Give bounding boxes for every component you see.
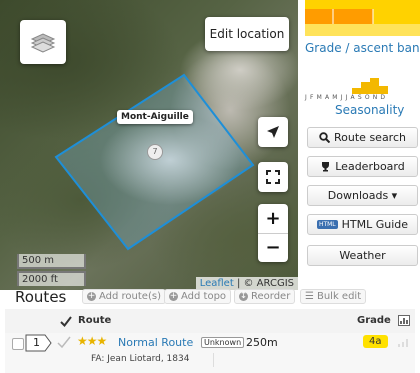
trophy-icon [322, 162, 330, 172]
layers-icon [30, 33, 56, 53]
seasonality-link[interactable]: Seasonality [335, 103, 404, 117]
add-topo-label: Add topo [181, 291, 227, 302]
crag-marker[interactable]: 7 [147, 144, 163, 160]
grade-band-link[interactable]: Grade / ascent band [305, 41, 420, 55]
locate-button[interactable] [258, 117, 288, 147]
zoom-in-button[interactable]: + [258, 205, 288, 234]
edit-location-button[interactable]: Edit location [205, 17, 289, 51]
attribution-text: © ARCGIS [243, 278, 295, 289]
leaderboard-label: Leaderboard [335, 160, 405, 173]
add-topo-button[interactable]: + Add topo [164, 289, 232, 304]
grade-column-header[interactable]: Grade [357, 315, 391, 326]
route-search-button[interactable]: Route search [307, 127, 418, 148]
routes-heading: Routes [15, 288, 67, 306]
quality-stars: ★★★ [77, 334, 107, 348]
grade-badge: 4a [363, 335, 388, 348]
crag-marker-label[interactable]: Mont-Aiguille [117, 110, 193, 124]
downloads-label: Downloads ▾ [327, 189, 398, 202]
fullscreen-button[interactable] [258, 162, 288, 192]
zoom-out-button[interactable]: − [258, 234, 288, 262]
chart-icon[interactable] [398, 315, 410, 326]
leaflet-link[interactable]: Leaflet [200, 278, 234, 289]
add-routes-label: Add route(s) [99, 291, 161, 302]
html-icon: HTML [316, 220, 338, 229]
route-number: 1 [33, 336, 40, 349]
route-length: 250m [246, 336, 278, 349]
grade-band-chart [305, 0, 420, 36]
route-status-badge: Unknown [201, 337, 245, 348]
html-guide-button[interactable]: HTML HTML Guide [307, 214, 418, 235]
scale-imperial: 2000 ft [17, 271, 86, 286]
weather-button[interactable]: Weather [307, 245, 418, 266]
route-search-label: Route search [334, 131, 406, 144]
layers-button[interactable] [20, 20, 66, 64]
scale-metric: 500 m [17, 254, 86, 269]
downloads-button[interactable]: Downloads ▾ [307, 185, 418, 206]
first-ascent-info: FA: Jean Liotard, 1834 [91, 354, 190, 364]
ascent-bars-icon [398, 339, 408, 347]
reorder-icon: ↕ [239, 291, 248, 301]
route-name-link[interactable]: Normal Route [118, 336, 193, 349]
route-column-header[interactable]: Route [78, 315, 111, 326]
bulk-edit-label: Bulk edit [316, 291, 362, 302]
reorder-label: Reorder [251, 291, 291, 302]
zoom-control: + − [258, 204, 288, 262]
table-row[interactable]: 1 ★★★ Normal Route Unknown 250m 4a FA: J… [5, 333, 415, 373]
tick-column-icon [60, 316, 72, 327]
reorder-button[interactable]: ↕ Reorder [234, 289, 296, 304]
add-routes-button[interactable]: + Add route(s) [82, 289, 166, 304]
map-view[interactable]: Edit location + − Mont-Aiguille 7 500 m … [0, 0, 298, 290]
list-icon: ☰ [305, 291, 314, 302]
plus-icon: + [169, 291, 178, 301]
location-arrow-icon [267, 126, 279, 138]
plus-icon: + [87, 291, 96, 301]
routes-table-header: Route Grade [5, 309, 415, 334]
fullscreen-icon [266, 170, 280, 184]
bulk-edit-button[interactable]: ☰ Bulk edit [300, 289, 367, 304]
route-select-checkbox[interactable] [12, 338, 24, 350]
route-number-tag [25, 334, 52, 352]
tick-outline-icon[interactable] [57, 336, 71, 348]
leaderboard-button[interactable]: Leaderboard [307, 156, 418, 177]
attribution-separator: | [233, 278, 244, 289]
month-initials: JFMAMJJASOND [305, 94, 389, 101]
seasonality-chart [352, 78, 388, 94]
search-icon [319, 132, 331, 143]
row-divider [213, 353, 214, 367]
html-guide-label: HTML Guide [341, 218, 409, 231]
weather-label: Weather [339, 249, 386, 262]
